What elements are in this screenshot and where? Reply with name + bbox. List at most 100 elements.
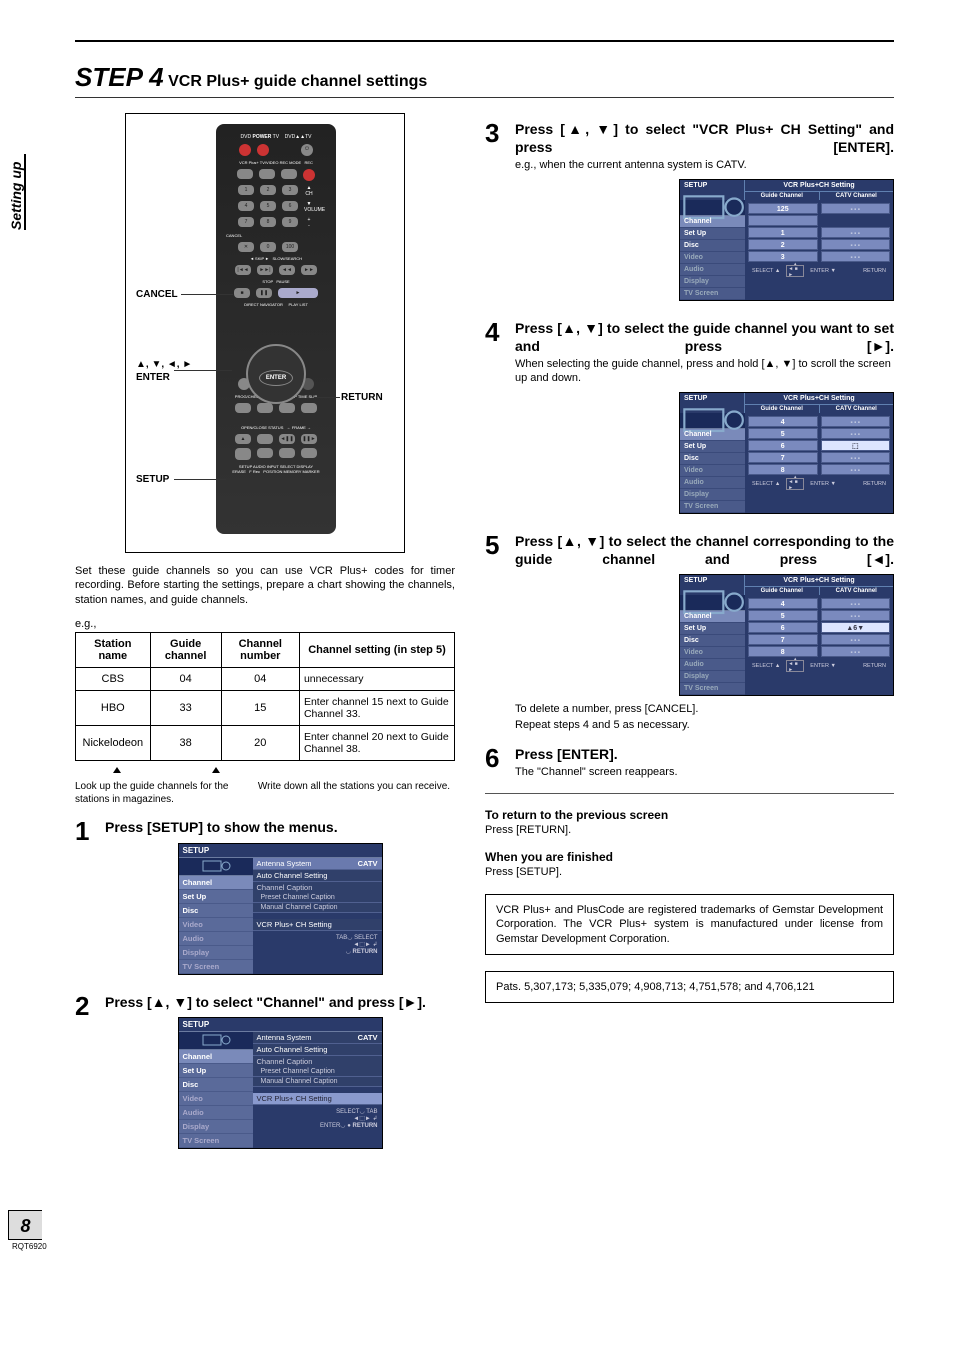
intro-text: Set these guide channels so you can use … (75, 564, 455, 607)
dpad (246, 344, 306, 404)
cell: 125 (748, 203, 818, 214)
finish-head: When you are finished (485, 850, 894, 864)
nav-video: Video (179, 1092, 253, 1106)
remote-diagram: DVD POWER TV DVD▲▲TV ⏻ VCR Plus+ TV/VIDE… (125, 113, 405, 553)
cell: Nickelodeon (76, 725, 151, 760)
nav-tvscreen: TV Screen (680, 501, 745, 513)
nav-video: Video (179, 918, 253, 932)
nav-audio: Audio (179, 932, 253, 946)
page-code: RQT6920 (12, 1242, 47, 1251)
cell: 4 (748, 416, 818, 427)
nav-tvscreen: TV Screen (179, 960, 253, 974)
content-auto: Auto Channel Setting (253, 1044, 382, 1056)
cell (821, 598, 891, 609)
nav-pad-icon (786, 265, 804, 277)
nav-setup: Set Up (680, 441, 745, 453)
step-1-head: Press [SETUP] to show the menus. (105, 818, 455, 836)
page-title: STEP 4 VCR Plus+ guide channel settings (75, 62, 894, 98)
content-preset: Preset Channel Caption (253, 1067, 382, 1077)
screen-foot: SELECT ▲ENTER ▼RETURN (748, 476, 890, 492)
content-caption: Channel Caption (253, 1056, 382, 1067)
eg-label: e.g., (75, 618, 455, 630)
cell: 38 (150, 725, 221, 760)
col-catv: CATV Channel (820, 192, 894, 200)
cell: 6 (748, 440, 818, 451)
hint: SELECT◡ TAB ◄⬚► ↲ ENTER◡ ● RETURN (253, 1105, 382, 1132)
return-head: To return to the previous screen (485, 808, 894, 822)
tv-icon (179, 858, 253, 876)
trademark-box: VCR Plus+ and PlusCode are registered tr… (485, 894, 894, 955)
cell: unnecessary (299, 667, 454, 690)
screen-title: VCR Plus+CH Setting (745, 575, 893, 587)
step-number: 1 (75, 818, 105, 980)
nav-audio: Audio (680, 264, 745, 276)
nav-disc: Disc (680, 453, 745, 465)
cell: 7 (748, 634, 818, 645)
cell (821, 251, 891, 262)
nav-video: Video (680, 465, 745, 477)
nav-display: Display (680, 276, 745, 288)
nav-audio: Audio (680, 477, 745, 489)
cell: 1 (748, 227, 818, 238)
arrow-up-icon (212, 767, 220, 773)
cell: 4 (748, 598, 818, 609)
nav-disc: Disc (179, 1078, 253, 1092)
th-channel-num: Channel number (221, 632, 299, 667)
nav-display: Display (680, 671, 745, 683)
setup-screen-2: SETUP Channel Set Up Disc Video Audio Di… (178, 1017, 383, 1149)
cell: 8 (748, 646, 818, 657)
cell (821, 239, 891, 250)
nav-pad-icon (786, 478, 804, 490)
content-vcrplus: VCR Plus+ CH Setting (253, 1093, 382, 1105)
return-text: Press [RETURN]. (485, 824, 894, 836)
step-6-head: Press [ENTER]. (515, 745, 894, 763)
page-number: 8 (8, 1210, 42, 1240)
step-4-note: When selecting the guide channel, press … (515, 357, 894, 386)
content-caption: Channel Caption (253, 882, 382, 893)
nav-setup: Set Up (179, 1064, 253, 1078)
nav-tvscreen: TV Screen (680, 288, 745, 300)
nav-audio: Audio (680, 659, 745, 671)
nav-display: Display (179, 1120, 253, 1134)
th-station: Station name (76, 632, 151, 667)
content-antenna: Antenna SystemCATV (253, 858, 382, 870)
cell: 15 (221, 690, 299, 725)
cell (821, 464, 891, 475)
step-6-note: The "Channel" screen reappears. (515, 765, 894, 779)
cell: 20 (221, 725, 299, 760)
tv-icon (680, 413, 745, 429)
callout-setup: SETUP (136, 474, 169, 485)
step-number: 4 (485, 319, 515, 520)
col-guide: Guide Channel (745, 192, 820, 200)
remote-body: DVD POWER TV DVD▲▲TV ⏻ VCR Plus+ TV/VIDE… (216, 124, 336, 534)
col-catv: CATV Channel (820, 405, 894, 413)
cell (821, 227, 891, 238)
cell: 33 (150, 690, 221, 725)
step-2-head: Press [▲, ▼] to select "Channel" and pre… (105, 993, 455, 1011)
content-antenna: Antenna SystemCATV (253, 1032, 382, 1044)
content-manual: Manual Channel Caption (253, 1077, 382, 1087)
cell (821, 416, 891, 427)
th-guide: Guide channel (150, 632, 221, 667)
step-label: STEP 4 (75, 62, 164, 92)
content-preset: Preset Channel Caption (253, 893, 382, 903)
cell (821, 203, 891, 214)
hint: TAB◡ SELECT ◄⬚► ↲ ◡ RETURN (253, 931, 382, 958)
nav-video: Video (680, 252, 745, 264)
screen-title: VCR Plus+CH Setting (745, 393, 893, 405)
col-guide: Guide Channel (745, 587, 820, 595)
nav-disc: Disc (179, 904, 253, 918)
nav-display: Display (680, 489, 745, 501)
nav-pad-icon (786, 660, 804, 672)
step-3-head: Press [▲, ▼] to select "VCR Plus+ CH Set… (515, 120, 894, 156)
tv-icon (680, 595, 745, 611)
cell: 8 (748, 464, 818, 475)
table-row: Nickelodeon 38 20 Enter channel 20 next … (76, 725, 455, 760)
arrow-up-icon (113, 767, 121, 773)
callout-arrows: ▲, ▼, ◄, ► (136, 359, 192, 370)
col-catv: CATV Channel (820, 587, 894, 595)
step-5-foot1: To delete a number, press [CANCEL]. (515, 702, 894, 716)
step-number: 2 (75, 993, 105, 1155)
content-auto: Auto Channel Setting (253, 870, 382, 882)
title-rest: VCR Plus+ guide channel settings (168, 73, 427, 90)
